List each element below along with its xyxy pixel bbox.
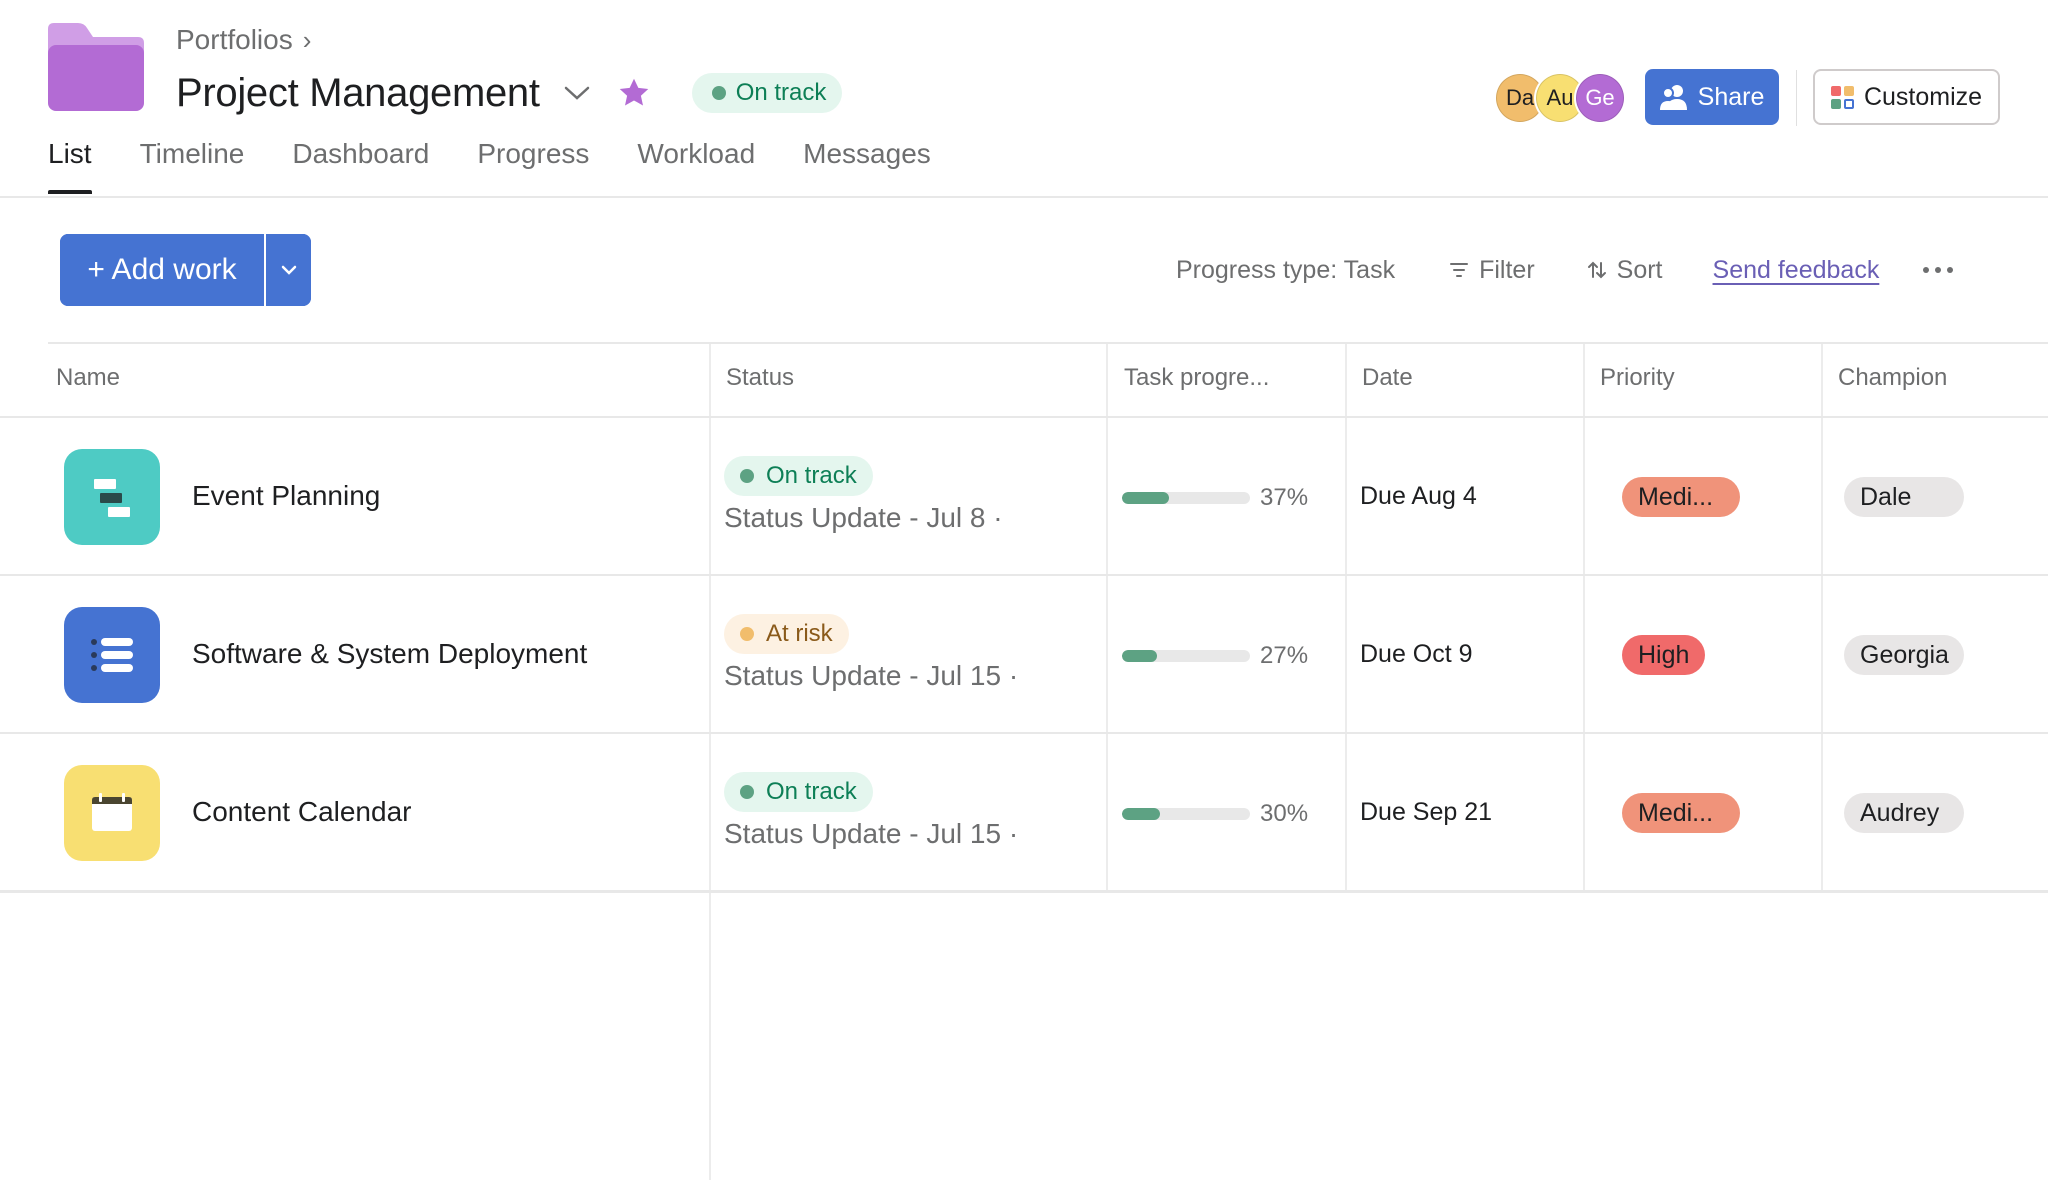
member-avatars[interactable]: Da Au Ge xyxy=(1496,74,1624,122)
status-badge: At risk xyxy=(724,614,849,654)
status-cell[interactable]: At risk Status Update - Jul 15 · xyxy=(724,614,1018,692)
status-dot-icon xyxy=(740,785,754,799)
chevron-right-icon: › xyxy=(302,24,312,55)
column-header-priority[interactable]: Priority xyxy=(1600,364,1675,392)
champion-badge[interactable]: Dale xyxy=(1844,477,1964,517)
progress-type-button[interactable]: Progress type: Task xyxy=(1176,256,1395,285)
progress-bar xyxy=(1122,808,1250,820)
status-dot-icon xyxy=(711,86,726,100)
project-name[interactable]: Software & System Deployment xyxy=(192,638,587,670)
champion-badge[interactable]: Audrey xyxy=(1844,793,1964,833)
progress-value: 37% xyxy=(1260,484,1309,511)
project-status-badge[interactable]: On track xyxy=(691,73,843,113)
progress-cell: 37% xyxy=(1122,484,1308,512)
page-title: Project Management xyxy=(176,70,540,115)
star-icon[interactable] xyxy=(616,75,652,111)
status-label: On track xyxy=(766,778,857,805)
table-row[interactable]: Software & System Deployment At risk Sta… xyxy=(0,576,2048,734)
filter-button[interactable]: Filter xyxy=(1449,256,1535,285)
status-cell[interactable]: On track Status Update - Jul 15 · xyxy=(724,772,1018,850)
champion-badge[interactable]: Georgia xyxy=(1844,635,1964,675)
list-toolbar: Progress type: Task Filter Sort Send fee… xyxy=(1176,250,1954,290)
add-work-dropdown-button[interactable] xyxy=(266,234,311,306)
progress-fill xyxy=(1122,492,1170,504)
send-feedback-link[interactable]: Send feedback xyxy=(1713,256,1880,285)
table-row[interactable]: Event Planning On track Status Update - … xyxy=(0,418,2048,576)
table-top-border xyxy=(48,342,2048,344)
status-update-text[interactable]: Status Update - Jul 15 · xyxy=(724,660,1018,692)
tab-dashboard[interactable]: Dashboard xyxy=(292,138,429,194)
status-dot-icon xyxy=(740,469,754,483)
breadcrumb-portfolios[interactable]: Portfolios xyxy=(176,24,293,56)
progress-fill xyxy=(1122,808,1161,820)
filter-icon xyxy=(1450,263,1469,277)
progress-fill xyxy=(1122,650,1157,662)
tab-list[interactable]: List xyxy=(48,138,92,194)
progress-cell: 30% xyxy=(1122,800,1308,828)
progress-value: 27% xyxy=(1260,642,1309,669)
column-header-champion[interactable]: Champion xyxy=(1838,364,1947,392)
priority-badge[interactable]: High xyxy=(1622,635,1706,675)
chevron-down-icon xyxy=(281,265,296,275)
status-update-text[interactable]: Status Update - Jul 15 · xyxy=(724,818,1018,850)
status-update-text[interactable]: Status Update - Jul 8 · xyxy=(724,502,1003,534)
status-dot-icon xyxy=(740,627,754,641)
project-name[interactable]: Event Planning xyxy=(192,480,380,512)
header-divider xyxy=(1796,70,1797,126)
chevron-down-icon[interactable] xyxy=(562,78,592,108)
share-button[interactable]: Share xyxy=(1645,69,1779,125)
title-row: Project Management On track xyxy=(176,66,843,120)
calendar-icon xyxy=(64,765,160,861)
status-label: On track xyxy=(766,462,857,489)
tab-messages[interactable]: Messages xyxy=(803,138,931,194)
view-tabs: List Timeline Dashboard Progress Workloa… xyxy=(48,138,931,194)
add-work-button[interactable]: + Add work xyxy=(60,234,264,306)
column-header-task-progress[interactable]: Task progre... xyxy=(1124,364,1269,392)
column-header-name[interactable]: Name xyxy=(56,364,120,392)
due-date[interactable]: Due Oct 9 xyxy=(1360,640,1473,669)
due-date[interactable]: Due Sep 21 xyxy=(1360,798,1492,827)
status-cell[interactable]: On track Status Update - Jul 8 · xyxy=(724,456,1003,534)
people-icon xyxy=(1659,85,1687,110)
column-header-status[interactable]: Status xyxy=(726,364,794,392)
portfolio-folder-icon xyxy=(48,23,144,111)
status-badge: On track xyxy=(724,456,873,496)
breadcrumb[interactable]: Portfolios › xyxy=(176,24,311,56)
list-icon xyxy=(64,607,160,703)
tab-progress[interactable]: Progress xyxy=(477,138,589,194)
share-label: Share xyxy=(1697,82,1765,111)
customize-grid-icon xyxy=(1830,85,1854,109)
priority-badge[interactable]: Medi... xyxy=(1622,477,1740,517)
header-divider-line xyxy=(0,196,2048,198)
customize-button[interactable]: Customize xyxy=(1813,69,2000,125)
status-badge: On track xyxy=(724,772,873,812)
tab-workload[interactable]: Workload xyxy=(637,138,755,194)
customize-label: Customize xyxy=(1863,82,1983,111)
sort-icon xyxy=(1587,261,1606,279)
priority-badge[interactable]: Medi... xyxy=(1622,793,1740,833)
table-row[interactable]: Content Calendar On track Status Update … xyxy=(0,734,2048,892)
column-header-date[interactable]: Date xyxy=(1362,364,1413,392)
project-name[interactable]: Content Calendar xyxy=(192,796,411,828)
timeline-icon xyxy=(64,449,160,545)
progress-bar xyxy=(1122,492,1250,504)
more-options-icon[interactable] xyxy=(1923,267,1954,273)
sort-label: Sort xyxy=(1616,255,1663,284)
due-date[interactable]: Due Aug 4 xyxy=(1360,482,1477,511)
add-work-split-button: + Add work xyxy=(60,234,311,306)
status-label: At risk xyxy=(766,620,833,647)
tab-timeline[interactable]: Timeline xyxy=(140,138,245,194)
avatar[interactable]: Ge xyxy=(1576,74,1624,122)
sort-button[interactable]: Sort xyxy=(1587,256,1663,285)
filter-label: Filter xyxy=(1479,255,1535,284)
progress-value: 30% xyxy=(1260,800,1309,827)
progress-cell: 27% xyxy=(1122,642,1308,670)
progress-bar xyxy=(1122,650,1250,662)
project-status-label: On track xyxy=(735,79,827,106)
